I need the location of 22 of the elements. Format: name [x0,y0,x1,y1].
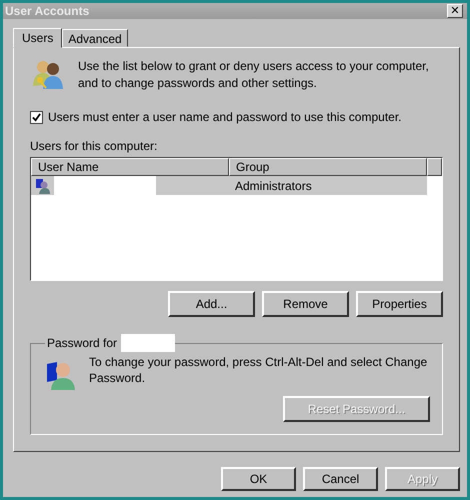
user-row[interactable]: Administrators [31,176,427,195]
column-header[interactable]: Group [229,158,427,176]
table-cell-text: Administrators [234,178,313,192]
list-button[interactable]: Add... [168,291,255,317]
dialog-button[interactable]: Cancel [303,467,378,491]
intro-text: Use the list below to grant or deny users access to your computer, and to change passwords and other settings. [78,58,430,92]
list-button[interactable]: Remove [262,291,349,317]
redacted-name [121,334,176,352]
list-button[interactable]: Properties [356,291,443,317]
group-legend: Password for [47,336,118,350]
password-hint: To change your password, press Ctrl-Alt-Del and select Change Password. [89,354,428,387]
checkbox[interactable] [30,110,43,124]
users-label: Users for this computer: [30,139,158,153]
dialog-button[interactable]: OK [221,467,296,491]
user-icon [35,178,51,194]
tab[interactable]: Users [13,28,62,48]
users-icon [32,58,64,90]
checkbox-label: Users must enter a user name and password to use this computer. [48,110,402,124]
window-title: User Accounts [5,4,90,18]
close-button[interactable]: ✕ [447,4,463,18]
tab[interactable]: Advanced [62,29,128,47]
column-header[interactable]: User Name [31,158,229,176]
